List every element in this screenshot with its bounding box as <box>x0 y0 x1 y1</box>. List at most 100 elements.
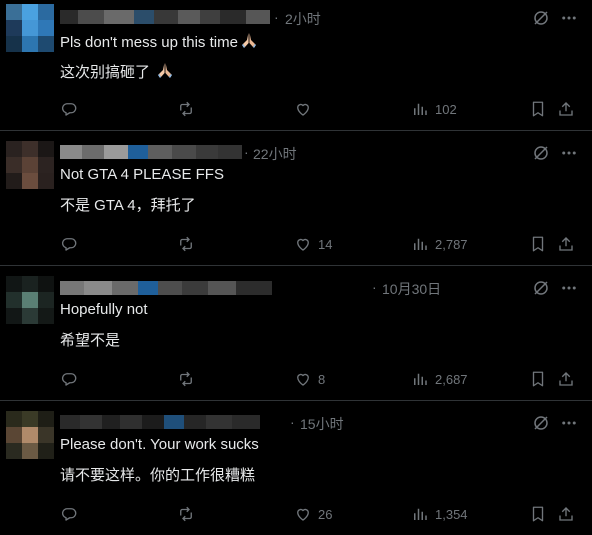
share-icon <box>557 370 575 388</box>
reply-post-1[interactable]: · 2小时 Pls don't mess up this time 这次别搞砸了… <box>0 0 592 131</box>
post-text-chinese: 这次别搞砸了 <box>60 61 174 82</box>
separator-dot: · <box>274 9 279 25</box>
reply-icon <box>60 505 78 523</box>
retweet-button[interactable] <box>177 369 195 389</box>
share-button[interactable] <box>557 504 575 524</box>
separator-dot: · <box>290 414 295 430</box>
separator-dot: · <box>372 279 377 295</box>
like-button[interactable]: 14 <box>294 234 332 254</box>
avatar[interactable] <box>6 141 54 189</box>
reply-icon <box>60 370 78 388</box>
like-button[interactable] <box>294 99 312 119</box>
share-button[interactable] <box>557 234 575 254</box>
view-count: 1,354 <box>435 506 468 522</box>
more-options-icon[interactable] <box>560 414 578 432</box>
display-name-blurred[interactable] <box>60 10 270 24</box>
retweet-icon <box>177 505 195 523</box>
retweet-icon <box>177 235 195 253</box>
more-options-icon[interactable] <box>560 279 578 297</box>
views-button[interactable]: 2,787 <box>411 234 468 254</box>
retweet-icon <box>177 100 195 118</box>
bookmark-icon <box>529 370 547 388</box>
display-name-blurred[interactable] <box>60 281 272 295</box>
analytics-icon <box>411 100 429 118</box>
views-button[interactable]: 102 <box>411 99 457 119</box>
reply-button[interactable] <box>60 234 78 254</box>
grok-icon[interactable] <box>532 279 550 297</box>
heart-icon <box>294 505 312 523</box>
folded-hands-icon <box>158 63 173 78</box>
share-icon <box>557 100 575 118</box>
retweet-button[interactable] <box>177 504 195 524</box>
analytics-icon <box>411 235 429 253</box>
retweet-button[interactable] <box>177 99 195 119</box>
bookmark-button[interactable] <box>529 234 547 254</box>
grok-icon[interactable] <box>532 414 550 432</box>
retweet-button[interactable] <box>177 234 195 254</box>
like-count: 26 <box>318 506 333 522</box>
reply-post-2[interactable]: · 22小时 Not GTA 4 PLEASE FFS 不是 GTA 4，拜托了… <box>0 131 592 266</box>
analytics-icon <box>411 505 429 523</box>
avatar[interactable] <box>6 411 54 459</box>
post-text-en: Please don't. Your work sucks <box>60 436 259 453</box>
views-button[interactable]: 1,354 <box>411 504 468 524</box>
reply-post-3[interactable]: · 10月30日 Hopefully not 希望不是 8 2,687 <box>0 266 592 401</box>
timestamp[interactable]: 10月30日 <box>382 279 441 299</box>
post-text-english: Hopefully not <box>60 301 148 318</box>
post-text-zh: 不是 GTA 4，拜托了 <box>60 197 196 214</box>
separator-dot: · <box>244 144 249 160</box>
retweet-icon <box>177 370 195 388</box>
folded-hands-icon <box>241 33 256 48</box>
heart-icon <box>294 235 312 253</box>
bookmark-icon <box>529 100 547 118</box>
views-button[interactable]: 2,687 <box>411 369 468 389</box>
analytics-icon <box>411 370 429 388</box>
post-text-english: Not GTA 4 PLEASE FFS <box>60 166 224 183</box>
share-button[interactable] <box>557 99 575 119</box>
view-count: 2,787 <box>435 236 468 252</box>
post-text-chinese: 请不要这样。你的工作很糟糕 <box>60 464 255 485</box>
display-name-blurred[interactable] <box>60 145 242 159</box>
display-name-blurred[interactable] <box>60 415 260 429</box>
heart-icon <box>294 370 312 388</box>
action-bar: 26 1,354 <box>60 504 582 524</box>
grok-icon[interactable] <box>532 9 550 27</box>
post-text-zh: 请不要这样。你的工作很糟糕 <box>60 467 256 484</box>
avatar[interactable] <box>6 276 54 324</box>
reply-icon <box>60 100 78 118</box>
action-bar: 8 2,687 <box>60 369 582 389</box>
post-text-chinese: 不是 GTA 4，拜托了 <box>60 194 196 215</box>
reply-post-4[interactable]: · 15小时 Please don't. Your work sucks 请不要… <box>0 401 592 535</box>
share-icon <box>557 505 575 523</box>
post-text-en: Not GTA 4 PLEASE FFS <box>60 166 224 183</box>
more-options-icon[interactable] <box>560 9 578 27</box>
bookmark-icon <box>529 505 547 523</box>
timestamp[interactable]: 15小时 <box>300 414 344 434</box>
reply-button[interactable] <box>60 504 78 524</box>
post-text-zh: 希望不是 <box>60 332 121 349</box>
share-button[interactable] <box>557 369 575 389</box>
post-text-en: Pls don't mess up this time <box>60 34 238 51</box>
view-count: 2,687 <box>435 371 468 387</box>
timestamp[interactable]: 22小时 <box>253 144 297 164</box>
like-button[interactable]: 8 <box>294 369 325 389</box>
bookmark-button[interactable] <box>529 504 547 524</box>
post-text-english: Pls don't mess up this time <box>60 31 258 51</box>
grok-icon[interactable] <box>532 144 550 162</box>
reply-button[interactable] <box>60 99 78 119</box>
like-count: 14 <box>318 236 333 252</box>
like-button[interactable]: 26 <box>294 504 332 524</box>
share-icon <box>557 235 575 253</box>
action-bar: 102 <box>60 99 582 119</box>
avatar[interactable] <box>6 4 54 52</box>
heart-icon <box>294 100 312 118</box>
bookmark-button[interactable] <box>529 99 547 119</box>
reply-button[interactable] <box>60 369 78 389</box>
post-text-english: Please don't. Your work sucks <box>60 436 259 453</box>
action-bar: 14 2,787 <box>60 234 582 254</box>
post-text-zh: 这次别搞砸了 <box>60 64 151 81</box>
bookmark-button[interactable] <box>529 369 547 389</box>
more-options-icon[interactable] <box>560 144 578 162</box>
timestamp[interactable]: 2小时 <box>285 9 321 29</box>
view-count: 102 <box>435 101 457 117</box>
